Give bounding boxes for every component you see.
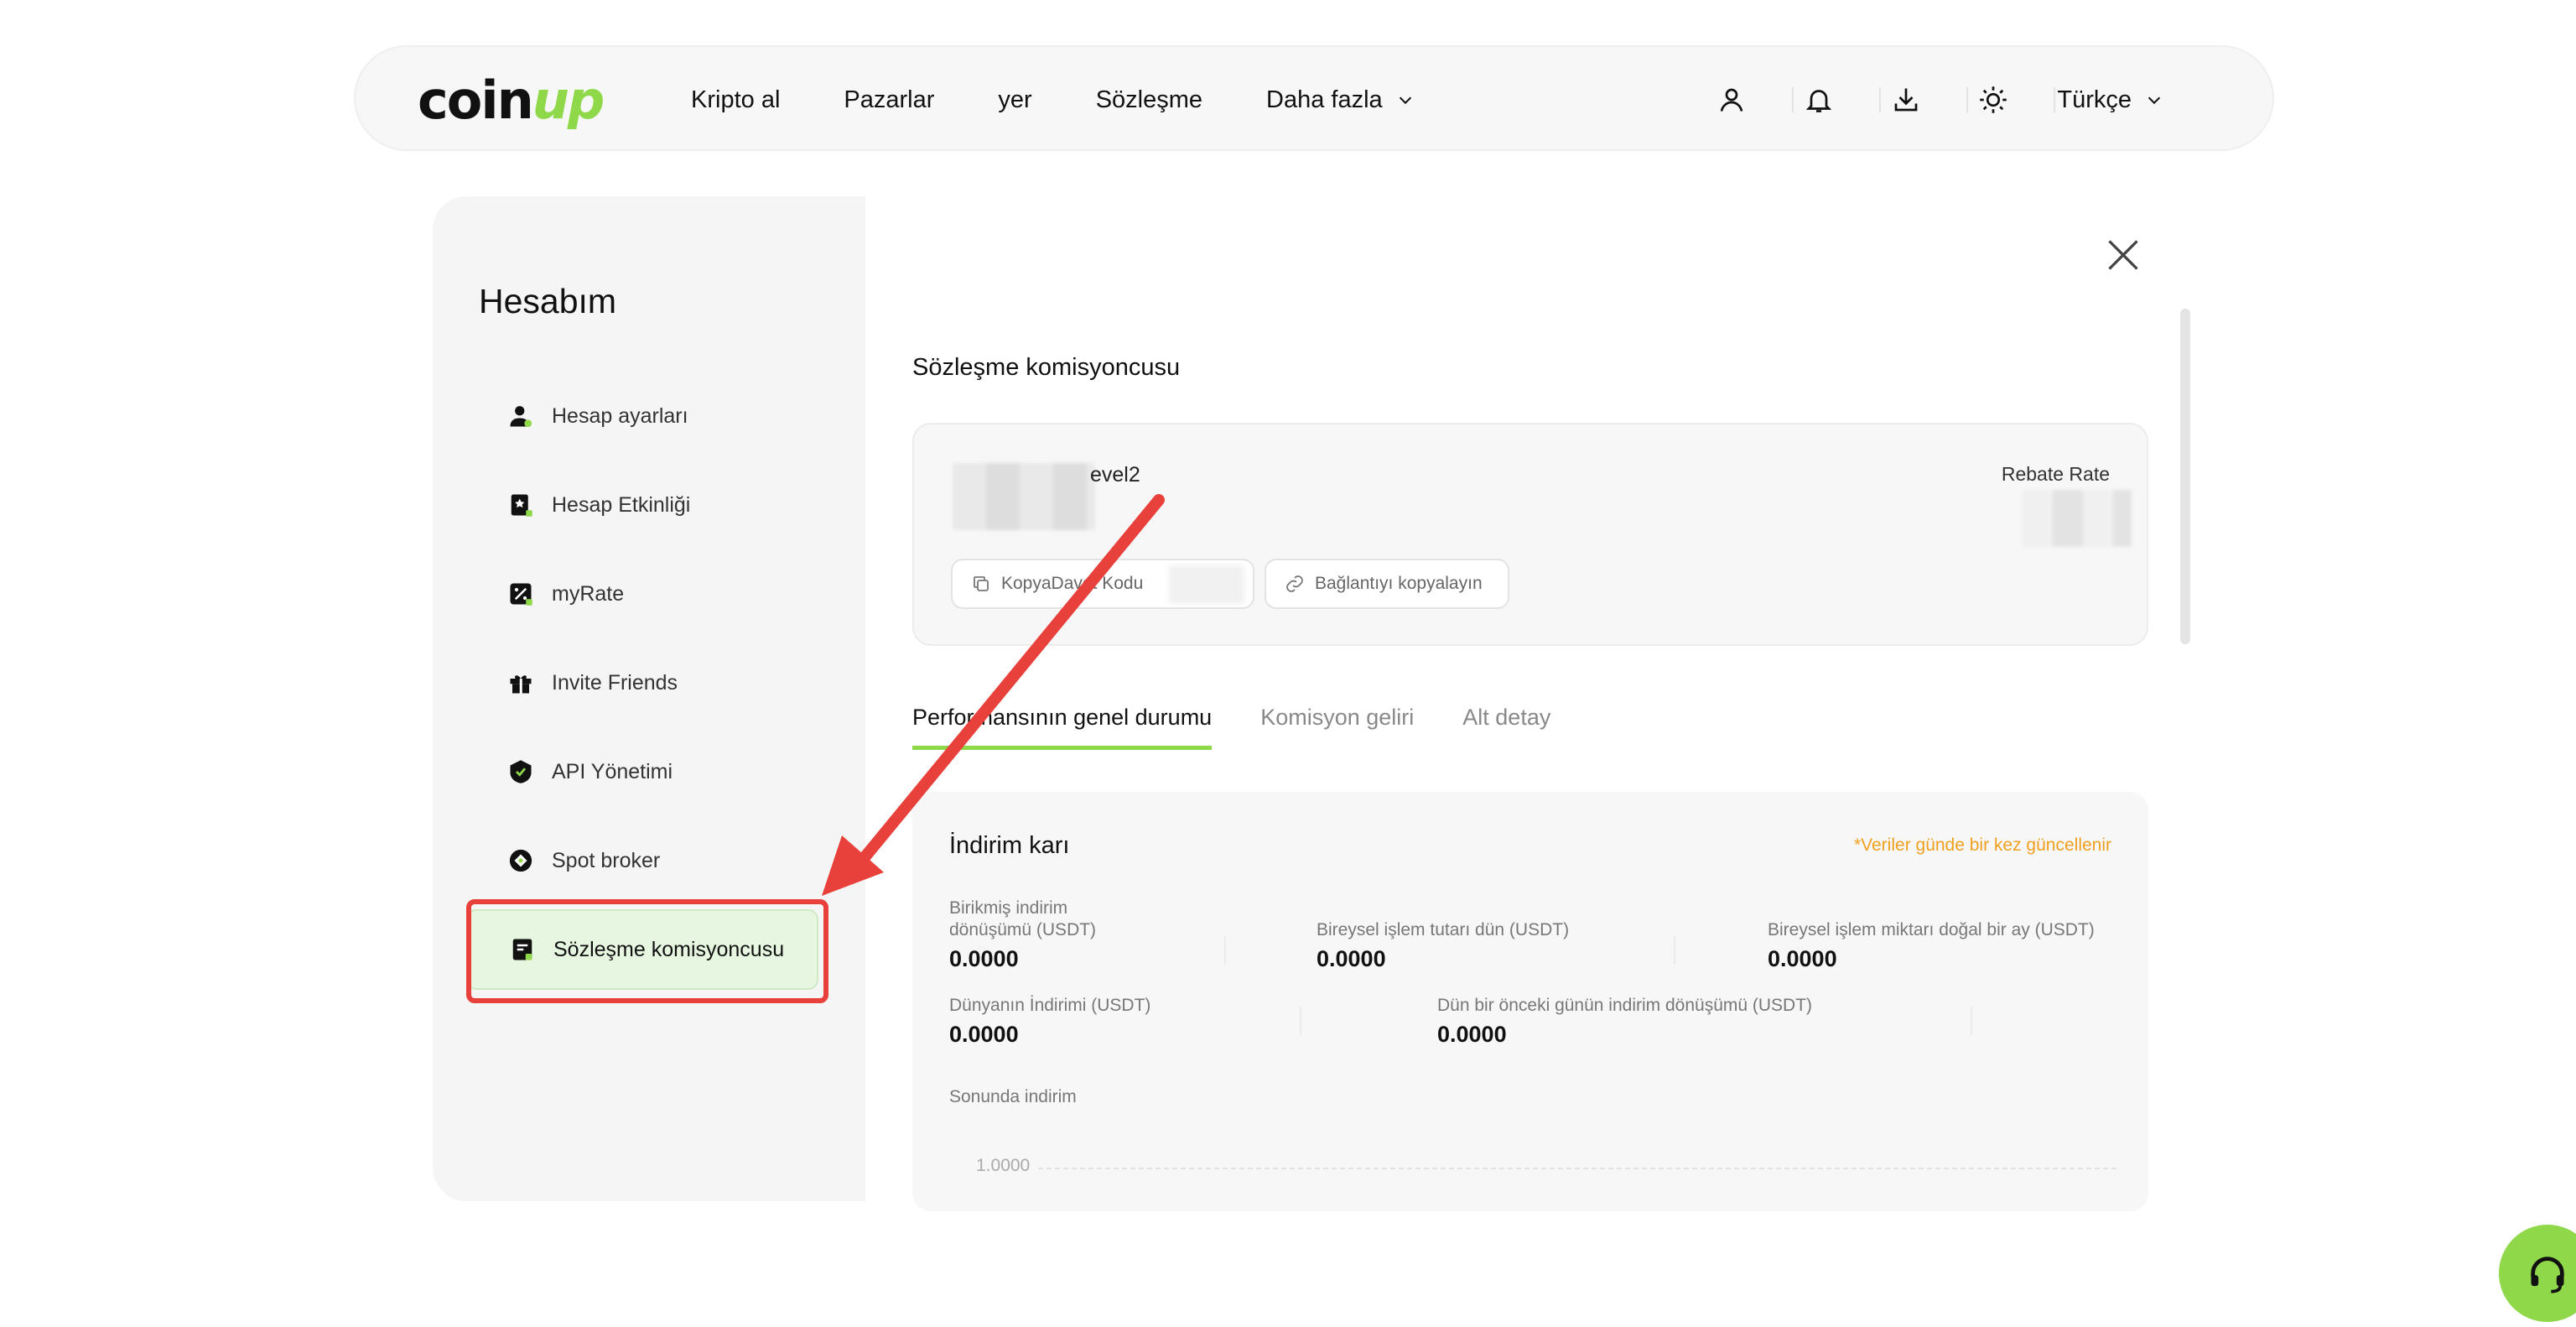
chart-y-tick: 1.0000 [976,1156,1031,1175]
sidebar-item-api-management[interactable]: API Yönetimi [466,731,818,812]
nav-links: Kripto al Pazarlar yer Sözleşme Daha faz… [691,47,1478,153]
nav-divider [1966,87,1969,112]
nav-link-markets[interactable]: Pazarlar [844,86,934,114]
summary-title: İndirim karı [949,832,1070,859]
chart-label: Sonunda indirim [949,1087,1077,1106]
rebate-summary-card: İndirim karı *Veriler günde bir kez günc… [912,792,2148,1211]
nav-link-more[interactable]: Daha fazla [1266,86,1415,114]
nav-divider [2054,87,2056,112]
nav-divider [1879,87,1882,112]
copy-icon [974,576,989,591]
blurred-invite-code [1169,565,1244,604]
tab-commission-income[interactable]: Komisyon geliri [1260,705,1414,750]
page-title: Sözleşme komisyoncusu [912,354,1181,381]
blurred-username [953,463,1095,530]
stat-divider [1971,1007,1972,1035]
rebate-rate-label: Rebate Rate [2001,463,2110,485]
percent-icon [508,581,533,606]
account-sidebar: Hesabım Hesap ayarları Hesap Etkinliği m… [433,196,865,1201]
scrollbar[interactable] [2180,309,2190,644]
close-icon[interactable] [2105,237,2142,273]
stat-divider [1674,936,1675,965]
headset-icon [2531,1257,2564,1293]
stat-yesterday-rebate: Dünyanın İndirimi (USDT) 0.0000 [949,996,1151,1047]
stat-divider [1300,1007,1301,1035]
level-text: evel2 [1090,463,1140,487]
nav-link-contract[interactable]: Sözleşme [1096,86,1202,114]
activity-icon [508,492,533,518]
copy-link-button[interactable]: Bağlantıyı kopyalayın [1265,559,1509,609]
performance-tabs: Performansının genel durumu Komisyon gel… [912,705,1599,750]
bell-icon[interactable] [1800,81,1837,118]
top-navbar: coin up Kripto al Pazarlar yer Sözleşme D… [354,45,2274,151]
sidebar-item-invite-friends[interactable]: Invite Friends [466,643,818,723]
download-icon[interactable] [1888,81,1924,118]
nav-icons: Türkçe [1665,47,2163,153]
coinup-logo[interactable]: coin up [418,70,605,131]
highlight-box [466,899,828,1003]
gift-icon [508,670,533,695]
sidebar-item-account-activity[interactable]: Hesap Etkinliği [466,465,818,545]
copy-invite-code-button[interactable]: KopyaDavet Kodu [951,559,1254,609]
nav-divider [1792,87,1794,112]
chart-gridline [1038,1168,2116,1169]
sidebar-title: Hesabım [479,282,617,320]
sidebar-item-spot-broker[interactable]: Spot broker [466,820,818,901]
language-selector[interactable]: Türkçe [2057,86,2163,114]
sidebar-item-account-settings[interactable]: Hesap ayarları [466,376,818,456]
stat-monthly-volume: Bireysel işlem miktarı doğal bir ay (USD… [1768,920,2095,971]
api-shield-icon [508,759,533,784]
customer-support-button[interactable] [2499,1225,2576,1322]
blurred-rebate-value [2023,490,2132,547]
link-icon [1286,575,1303,592]
chevron-down-icon [1399,96,1411,105]
stat-day-before-rebate: Dün bir önceki günün indirim dönüşümü (U… [1437,996,1813,1047]
nav-link-spot[interactable]: yer [998,86,1031,114]
stat-accumulated-rebate: Birikmiş indirim dönüşümü (USDT) 0.0000 [949,898,1097,971]
broker-account-card: evel2 Rebate Rate KopyaDavet Kodu Bağlan… [912,423,2148,646]
chevron-down-icon [2148,96,2161,105]
update-note: *Veriler günde bir kez güncellenir [1853,835,2111,855]
user-icon[interactable] [1713,81,1750,118]
tab-sub-detail[interactable]: Alt detay [1462,705,1550,750]
tab-performance-overview[interactable]: Performansının genel durumu [912,705,1213,750]
sidebar-item-myrate[interactable]: myRate [466,554,818,634]
stat-yesterday-volume: Bireysel işlem tutarı dün (USDT) 0.0000 [1317,920,1570,971]
user-settings-icon [508,403,533,429]
stat-divider [1224,936,1226,965]
spot-broker-icon [508,848,533,873]
sun-icon[interactable] [1975,81,2012,118]
nav-link-buy-crypto[interactable]: Kripto al [691,86,780,114]
